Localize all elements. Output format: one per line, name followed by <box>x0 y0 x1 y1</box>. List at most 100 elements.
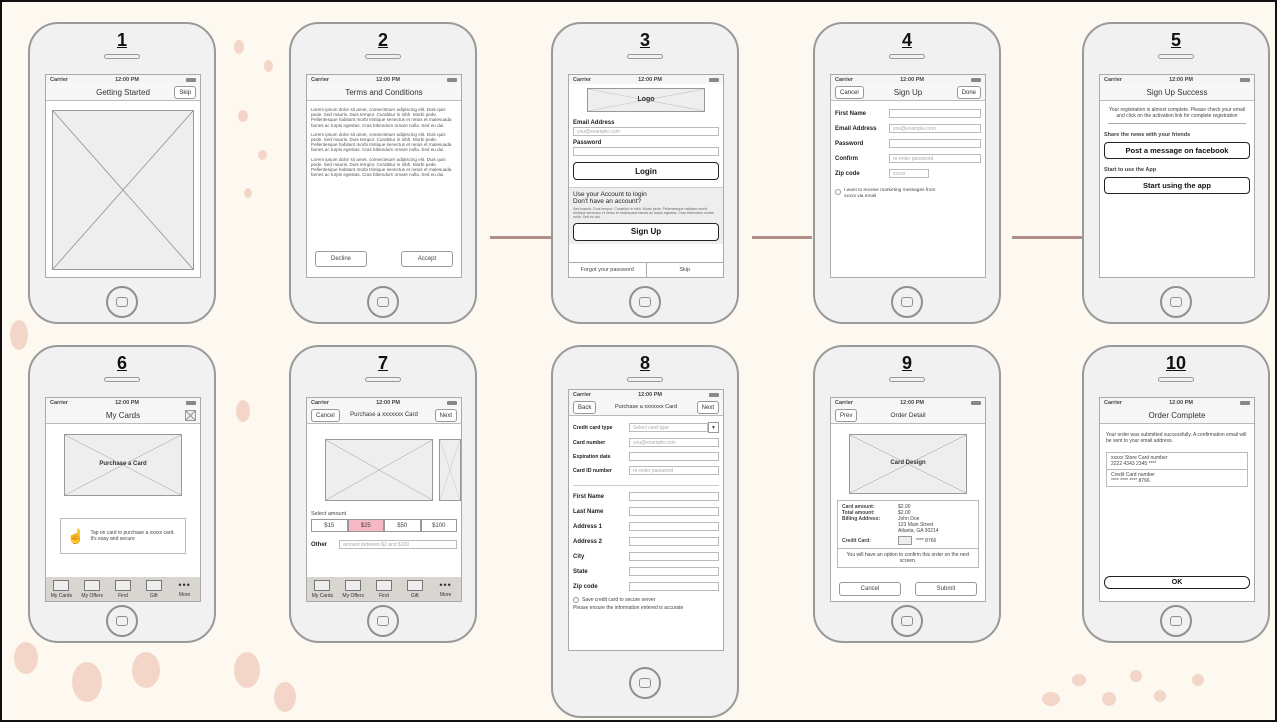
status-bar: Carrier 12:00 PM <box>569 390 723 399</box>
start-app-button[interactable]: Start using the app <box>1104 177 1250 194</box>
password-label: Password <box>573 140 602 146</box>
card-image-placeholder[interactable] <box>325 439 434 501</box>
done-button[interactable]: Done <box>956 86 981 99</box>
home-button[interactable] <box>106 286 138 318</box>
email-field[interactable]: you@example.com <box>573 127 719 136</box>
screen: Carrier 12:00 PM Cancel Purchase a xxxxxx… <box>306 397 462 602</box>
zip-label: Zip code <box>573 583 598 590</box>
tab-gift[interactable]: Gift <box>399 577 430 601</box>
terms-paragraph: Lorem ipsum dolor sit amet, consectetuer… <box>311 131 452 153</box>
confirm-field[interactable]: re-enter password <box>889 154 981 163</box>
carrier-label: Carrier <box>1104 76 1123 83</box>
state-field[interactable] <box>629 567 719 576</box>
marketing-checkbox[interactable] <box>835 189 841 195</box>
prev-button[interactable]: Prev <box>835 409 858 422</box>
card-number-field[interactable]: you@example.com <box>629 438 719 447</box>
home-button[interactable] <box>367 605 399 637</box>
screen-number: 9 <box>901 353 912 373</box>
zip-field[interactable]: xxxxx <box>889 169 929 178</box>
screen: Carrier 12:00 PM Cancel Sign Up Done Firs… <box>830 74 986 278</box>
zip-field[interactable] <box>629 582 719 591</box>
skip-link[interactable]: Skip <box>647 267 724 273</box>
tab-more[interactable]: ••• More <box>430 577 461 601</box>
email-field[interactable]: you@example.com <box>889 124 981 133</box>
amount-option[interactable]: $100 <box>420 519 457 532</box>
city-field[interactable] <box>629 552 719 561</box>
next-card-placeholder[interactable] <box>439 439 461 501</box>
tab-find[interactable]: Find <box>108 577 139 601</box>
phone-1-getting-started: 1 Carrier 12:00 PM Getting Started Skip <box>28 22 216 324</box>
address2-field[interactable] <box>629 537 719 546</box>
cancel-button[interactable]: Cancel <box>839 582 901 596</box>
decor-dot <box>238 110 248 122</box>
screen-title: Order Complete <box>1148 410 1206 420</box>
forgot-password-link[interactable]: Forgot your password <box>569 263 647 277</box>
purchase-card-tile[interactable]: Purchase a Card <box>64 434 182 496</box>
last-name-label: Last Name <box>573 508 604 515</box>
screen: Carrier 12:00 PM Back Purchase a xxxxxxx … <box>568 389 724 651</box>
password-field[interactable] <box>573 147 719 156</box>
next-button[interactable]: Next <box>434 409 457 422</box>
skip-button[interactable]: Skip <box>174 86 196 99</box>
purchase-card-label: Purchase a Card <box>99 461 147 467</box>
tab-gift[interactable]: Gift <box>138 577 169 601</box>
home-button[interactable] <box>891 605 923 637</box>
login-button[interactable]: Login <box>573 162 719 180</box>
tab-find[interactable]: Find <box>369 577 400 601</box>
facebook-post-button[interactable]: Post a message on facebook <box>1104 142 1250 159</box>
home-button[interactable] <box>1160 605 1192 637</box>
decor-dot <box>274 682 296 712</box>
ok-button[interactable]: OK <box>1104 576 1250 589</box>
address1-field[interactable] <box>629 522 719 531</box>
first-name-field[interactable] <box>629 492 719 501</box>
amount-option-selected[interactable]: $25 <box>347 519 384 532</box>
card-type-select[interactable]: Select card type <box>629 423 708 432</box>
first-name-field[interactable] <box>889 109 981 118</box>
back-button[interactable]: Back <box>573 401 597 414</box>
expiration-field[interactable] <box>629 452 719 461</box>
card-icon <box>53 579 70 591</box>
decor-dot <box>264 60 273 72</box>
screen-title: Sign Up Success <box>1146 87 1208 97</box>
amount-option[interactable]: $50 <box>384 519 421 532</box>
screen-number: 3 <box>639 30 650 50</box>
other-amount-field[interactable]: amount between $2 and $100 <box>339 540 457 549</box>
save-card-checkbox[interactable] <box>573 597 579 603</box>
tab-my-offers[interactable]: My Offers <box>338 577 369 601</box>
tab-my-cards[interactable]: My Cards <box>307 577 338 601</box>
speaker <box>1158 54 1194 59</box>
card-design-label: Card Design <box>890 460 926 466</box>
last-name-field[interactable] <box>629 507 719 516</box>
home-button[interactable] <box>367 286 399 318</box>
home-button[interactable] <box>106 605 138 637</box>
decline-button[interactable]: Decline <box>315 251 367 267</box>
card-type-label: Credit card type <box>573 424 613 431</box>
screen: Carrier 12:00 PM My Cards Purchase a Card… <box>45 397 201 602</box>
zip-label: Zip code <box>835 170 860 177</box>
screen: Carrier 12:00 PM Sign Up Success Your reg… <box>1099 74 1255 278</box>
cancel-button[interactable]: Cancel <box>311 409 340 422</box>
address1-label: Address 1 <box>573 523 603 530</box>
tab-my-offers[interactable]: My Offers <box>77 577 108 601</box>
order-message: Your order was submitted successfully. A… <box>1106 432 1247 444</box>
accept-button[interactable]: Accept <box>401 251 453 267</box>
tab-more[interactable]: ••• More <box>169 577 200 601</box>
home-button[interactable] <box>1160 286 1192 318</box>
password-field[interactable] <box>889 139 981 148</box>
tab-my-cards[interactable]: My Cards <box>46 577 77 601</box>
decor-dot <box>1130 670 1142 682</box>
home-button[interactable] <box>629 286 661 318</box>
submit-button[interactable]: Submit <box>915 582 977 596</box>
home-button[interactable] <box>891 286 923 318</box>
amount-option[interactable]: $15 <box>311 519 348 532</box>
close-icon[interactable] <box>185 410 196 421</box>
cancel-button[interactable]: Cancel <box>835 86 864 99</box>
screen: Carrier 12:00 PM Logo Email Address you@e… <box>568 74 724 278</box>
signup-button[interactable]: Sign Up <box>573 222 719 241</box>
next-button[interactable]: Next <box>696 401 719 414</box>
home-button[interactable] <box>629 667 661 699</box>
chevron-down-icon[interactable]: ▼ <box>708 422 719 433</box>
amount-selector: $15 $25 $50 $100 <box>307 519 461 532</box>
card-id-field[interactable]: re-enter password <box>629 466 719 475</box>
decor-dot <box>72 662 102 702</box>
